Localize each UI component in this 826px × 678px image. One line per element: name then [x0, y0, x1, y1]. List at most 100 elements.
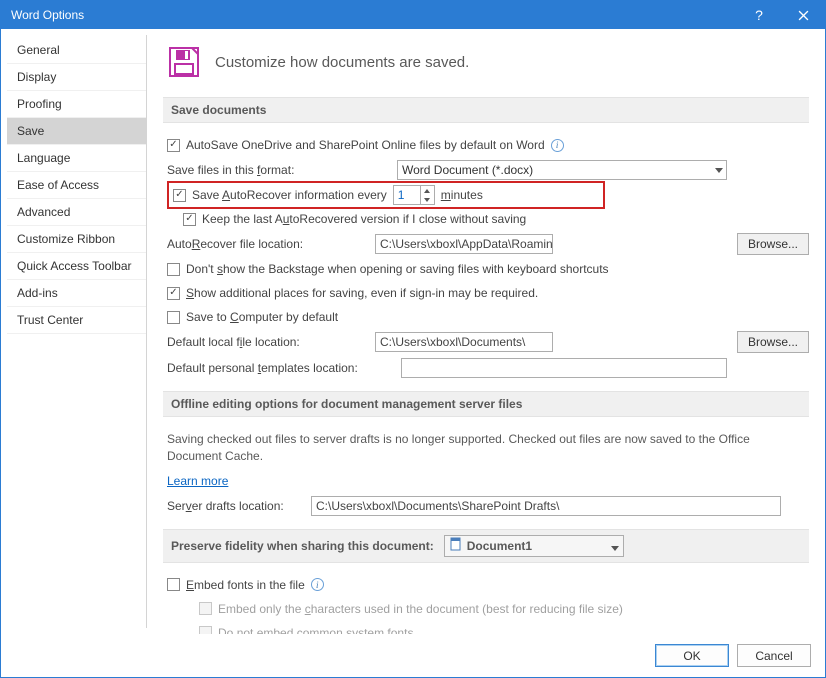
sidebar-item-add-ins[interactable]: Add-ins	[7, 280, 146, 307]
checkbox-embed-fonts[interactable]	[167, 578, 180, 591]
input-ar-location[interactable]: C:\Users\xboxl\AppData\Roaming\Microsoft…	[375, 234, 553, 254]
dialog-body: General Display Proofing Save Language E…	[1, 29, 825, 634]
spinner-value: 1	[394, 188, 420, 202]
label-autorecover-pre: Save AutoRecover information every	[192, 188, 387, 202]
row-keep-last: Keep the last AutoRecovered version if I…	[163, 207, 809, 231]
label-save-format: Save files in this format:	[167, 163, 389, 177]
main-panel: Customize how documents are saved. Save …	[147, 29, 825, 634]
section-preserve-label: Preserve fidelity when sharing this docu…	[171, 539, 434, 553]
dropdown-value: Document1	[467, 539, 532, 553]
checkbox-no-common	[199, 626, 212, 634]
label-server-drafts: Server drafts location:	[167, 499, 303, 513]
highlight-autorecover: Save AutoRecover information every 1 min…	[167, 181, 605, 209]
sidebar-item-label: Display	[17, 70, 56, 84]
sidebar-item-save[interactable]: Save	[7, 118, 146, 145]
row-default-local: Default local file location: C:\Users\xb…	[163, 329, 809, 355]
sidebar-item-quick-access-toolbar[interactable]: Quick Access Toolbar	[7, 253, 146, 280]
sidebar-item-proofing[interactable]: Proofing	[7, 91, 146, 118]
checkbox-embed-chars	[199, 602, 212, 615]
titlebar: Word Options ?	[1, 1, 825, 29]
chevron-down-icon	[611, 542, 619, 556]
offline-para: Saving checked out files to server draft…	[163, 427, 809, 469]
row-embed-fonts: Embed fonts in the file i	[163, 573, 809, 597]
row-autorecover: Save AutoRecover information every 1 min…	[163, 183, 809, 207]
page-hero: Customize how documents are saved.	[163, 39, 809, 93]
section-save-documents: Save documents	[163, 97, 809, 123]
sidebar-item-customize-ribbon[interactable]: Customize Ribbon	[7, 226, 146, 253]
sidebar-item-advanced[interactable]: Advanced	[7, 199, 146, 226]
row-autosave-default: AutoSave OneDrive and SharePoint Online …	[163, 133, 809, 157]
sidebar-item-label: General	[17, 43, 60, 57]
dropdown-value: Word Document (*.docx)	[402, 163, 533, 177]
link-learn-more[interactable]: Learn more	[167, 474, 228, 488]
sidebar-item-language[interactable]: Language	[7, 145, 146, 172]
chevron-up-icon[interactable]	[421, 186, 434, 195]
page-subtitle: Customize how documents are saved.	[215, 54, 469, 71]
dropdown-save-format[interactable]: Word Document (*.docx)	[397, 160, 727, 180]
row-learn-more: Learn more	[163, 469, 809, 493]
label-save-computer: Save to Computer by default	[186, 310, 338, 324]
sidebar-item-label: Customize Ribbon	[17, 232, 115, 246]
input-server-drafts[interactable]: C:\Users\xboxl\Documents\SharePoint Draf…	[311, 496, 781, 516]
category-sidebar: General Display Proofing Save Language E…	[7, 35, 147, 628]
label-ar-location: AutoRecover file location:	[167, 237, 367, 251]
info-icon[interactable]: i	[551, 139, 564, 152]
dialog-footer: OK Cancel	[1, 634, 825, 677]
document-icon	[449, 537, 463, 554]
row-server-drafts: Server drafts location: C:\Users\xboxl\D…	[163, 493, 809, 519]
info-icon[interactable]: i	[311, 578, 324, 591]
row-save-computer: Save to Computer by default	[163, 305, 809, 329]
row-ar-location: AutoRecover file location: C:\Users\xbox…	[163, 231, 809, 257]
label-autorecover-post: minutes	[441, 188, 483, 202]
row-dont-show-backstage: Don't show the Backstage when opening or…	[163, 257, 809, 281]
checkbox-autosave-default[interactable]	[167, 139, 180, 152]
sidebar-item-ease-of-access[interactable]: Ease of Access	[7, 172, 146, 199]
checkbox-save-computer[interactable]	[167, 311, 180, 324]
cancel-button[interactable]: Cancel	[737, 644, 811, 667]
sidebar-item-general[interactable]: General	[7, 37, 146, 64]
label-no-common: Do not embed common system fonts	[218, 626, 413, 634]
row-default-templates: Default personal templates location:	[163, 355, 809, 381]
browse-default-local-button[interactable]: Browse...	[737, 331, 809, 353]
row-no-common: Do not embed common system fonts	[163, 621, 809, 634]
section-preserve: Preserve fidelity when sharing this docu…	[163, 529, 809, 563]
close-icon	[798, 10, 809, 21]
sidebar-item-label: Quick Access Toolbar	[17, 259, 132, 273]
sidebar-item-label: Save	[17, 124, 44, 138]
label-autosave-default: AutoSave OneDrive and SharePoint Online …	[186, 138, 545, 152]
label-default-local: Default local file location:	[167, 335, 367, 349]
spinner-autorecover-minutes[interactable]: 1	[393, 185, 435, 205]
chevron-down-icon	[715, 164, 723, 178]
browse-ar-location-button[interactable]: Browse...	[737, 233, 809, 255]
sidebar-item-label: Add-ins	[17, 286, 58, 300]
save-disk-icon	[167, 45, 201, 79]
checkbox-keep-last[interactable]	[183, 213, 196, 226]
label-keep-last: Keep the last AutoRecovered version if I…	[202, 212, 526, 226]
sidebar-item-trust-center[interactable]: Trust Center	[7, 307, 146, 334]
label-show-additional: Show additional places for saving, even …	[186, 286, 538, 300]
ok-button[interactable]: OK	[655, 644, 729, 667]
sidebar-item-display[interactable]: Display	[7, 64, 146, 91]
checkbox-show-additional[interactable]	[167, 287, 180, 300]
label-embed-chars: Embed only the characters used in the do…	[218, 602, 623, 616]
sidebar-item-label: Language	[17, 151, 70, 165]
input-default-templates[interactable]	[401, 358, 727, 378]
dropdown-preserve-document[interactable]: Document1	[444, 535, 624, 557]
input-default-local[interactable]: C:\Users\xboxl\Documents\	[375, 332, 553, 352]
close-button[interactable]	[781, 1, 825, 29]
sidebar-item-label: Proofing	[17, 97, 62, 111]
help-button[interactable]: ?	[737, 1, 781, 29]
sidebar-item-label: Trust Center	[17, 313, 83, 327]
row-embed-chars: Embed only the characters used in the do…	[163, 597, 809, 621]
checkbox-autorecover[interactable]	[173, 189, 186, 202]
label-dont-show-backstage: Don't show the Backstage when opening or…	[186, 262, 609, 276]
chevron-down-icon[interactable]	[421, 195, 434, 204]
row-save-format: Save files in this format: Word Document…	[163, 157, 809, 183]
sidebar-item-label: Advanced	[17, 205, 70, 219]
spinner-arrows[interactable]	[420, 186, 434, 204]
row-show-additional: Show additional places for saving, even …	[163, 281, 809, 305]
sidebar-item-label: Ease of Access	[17, 178, 99, 192]
label-default-templates: Default personal templates location:	[167, 361, 393, 375]
checkbox-dont-show-backstage[interactable]	[167, 263, 180, 276]
word-options-dialog: Word Options ? General Display Proofing …	[0, 0, 826, 678]
